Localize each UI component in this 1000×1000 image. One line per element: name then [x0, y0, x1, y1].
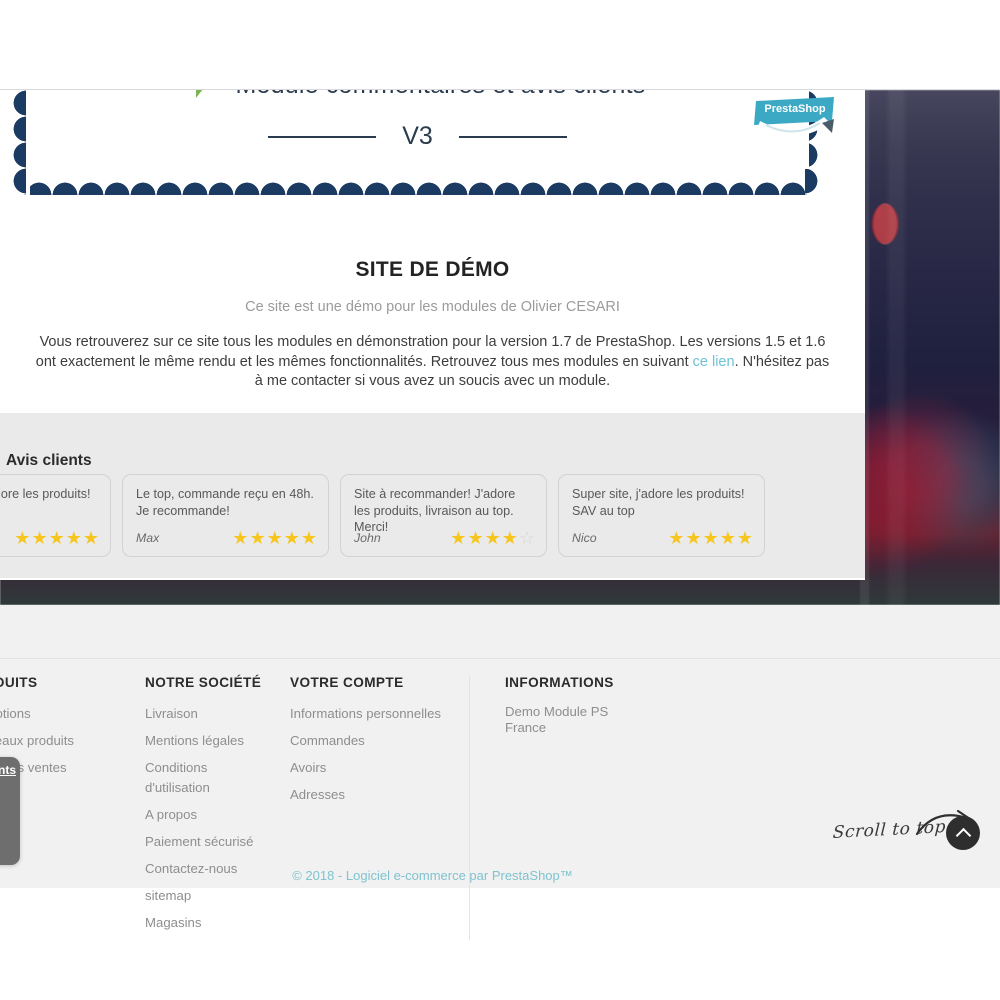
star-empty-icon: ☆: [518, 528, 535, 548]
module-title: Module commentaires et avis clients: [236, 90, 646, 100]
module-header-banner: Module commentaires et avis clients V3: [0, 90, 835, 195]
scroll-to-top-widget[interactable]: Scroll to top: [832, 806, 983, 858]
star-filled-icon: ★: [232, 528, 249, 548]
module-version-row: V3: [26, 122, 809, 151]
star-filled-icon: ★: [702, 528, 719, 548]
prestashop-badge-label: PrestaShop: [764, 103, 825, 115]
star-filled-icon: ★: [31, 528, 48, 548]
footer-link[interactable]: Informations personnelles: [290, 704, 451, 724]
review-footer: Max ★ ★ ★ ★ ★: [136, 529, 317, 547]
demo-intro-section: SITE DE DÉMO Ce site est une démo pour l…: [0, 210, 865, 413]
review-footer: Nico★★★★★: [572, 529, 753, 547]
footer-link[interactable]: Adresses: [290, 785, 451, 805]
review-card: Super site, j'adore les produits! SAV au…: [558, 474, 765, 557]
review-rating-stars: ★ ★ ★ ★ ★: [232, 529, 317, 547]
footer-link[interactable]: Mentions légales: [145, 731, 272, 751]
chevron-up-icon: [955, 827, 971, 843]
footer-column-notre-soci-t-: NOTRE SOCIÉTÉ Livraison Mentions légales Co…: [145, 675, 290, 940]
review-author: Max: [136, 531, 160, 545]
footer-link[interactable]: Magasins: [145, 913, 272, 933]
speech-bubble-quote-icon: [190, 90, 224, 100]
star-filled-icon: ★: [719, 528, 736, 548]
reviews-side-tab-label: Avis clients: [0, 763, 16, 777]
review-text: Super site, j'adore les produits! SAV au…: [572, 487, 745, 518]
banner-inner: Module commentaires et avis clients V3: [26, 90, 809, 169]
review-card: Site à recommander! J'adore les produits…: [340, 474, 547, 557]
prestashop-badge: PrestaShop: [752, 95, 838, 147]
review-footer: Nico★★★★★: [0, 529, 99, 547]
demo-paragraph: Vous retrouverez sur ce site tous les mo…: [33, 333, 833, 392]
star-filled-icon: ★: [82, 528, 99, 548]
demo-title: SITE DE DÉMO: [355, 258, 510, 281]
review-author: John: [354, 531, 381, 545]
star-filled-icon: ★: [283, 528, 300, 548]
demo-link[interactable]: ce lien: [693, 354, 735, 370]
footer-info-line: Demo Module PS: [505, 704, 609, 719]
footer-column-informations: INFORMATIONS Demo Module PS France: [470, 675, 730, 940]
star-filled-icon: ★: [685, 528, 702, 548]
star-filled-icon: ★: [467, 528, 484, 548]
footer-link[interactable]: Conditions d'utilisation: [145, 758, 272, 799]
footer-link[interactable]: Avoirs: [290, 758, 451, 778]
footer-copyright: © 2018 - Logiciel e-commerce par PrestaS…: [292, 868, 573, 883]
star-filled-icon: ★: [668, 528, 685, 548]
divider-line-right: [458, 135, 567, 138]
footer-link[interactable]: Promotions: [0, 704, 127, 724]
footer-link[interactable]: Nouveaux produits: [0, 731, 127, 751]
footer-column-votre-compte: VOTRE COMPTE Informations personnelles Com…: [290, 675, 470, 941]
footer-link[interactable]: A propos: [145, 805, 272, 825]
star-filled-icon: ★: [736, 528, 753, 548]
footer-column-title: NOTRE SOCIÉTÉ: [145, 675, 262, 690]
footer-info-line: France: [505, 719, 547, 735]
footer-link[interactable]: sitemap: [145, 886, 272, 906]
footer-column-title: VOTRE COMPTE: [290, 675, 404, 690]
footer-column-produits: PRODUITSPromotionsNouveaux produitsMeill…: [0, 675, 145, 940]
divider-line-left: [268, 135, 377, 138]
reviews-list: Super site, j'adore les produits! SAV au…: [0, 474, 884, 557]
footer-divider: [0, 658, 1000, 659]
star-filled-icon: ★: [249, 528, 266, 548]
star-filled-icon: ★: [266, 528, 283, 548]
star-filled-icon: ★: [300, 528, 317, 548]
module-version: V3: [402, 122, 433, 150]
footer-column-title: INFORMATIONS: [505, 675, 614, 690]
footer-link[interactable]: Commandes: [290, 731, 451, 751]
review-card: Le top, commande reçu en 48h. Je recomma…: [122, 474, 329, 557]
demo-subtitle: Ce site est une démo pour les modules de…: [245, 299, 620, 315]
review-text: Le top, commande reçu en 48h. Je recomma…: [136, 487, 314, 518]
review-text: Super site, j'adore les produits! SAV au…: [0, 487, 91, 501]
footer-link[interactable]: Paiement sécurisé: [145, 832, 272, 852]
review-footer: John ★ ★ ★ ★ ☆: [354, 529, 535, 547]
star-filled-icon: ★: [65, 528, 82, 548]
footer-link[interactable]: Livraison: [145, 704, 272, 724]
star-filled-icon: ★: [501, 528, 518, 548]
scroll-to-top-button[interactable]: [946, 816, 980, 850]
review-rating-stars: ★ ★ ★ ★ ★: [668, 529, 753, 547]
review-card: Super site, j'adore les produits! SAV au…: [0, 474, 111, 557]
module-title-row: Module commentaires et avis clients: [26, 90, 809, 100]
reviews-side-tab[interactable]: Avis clients: [0, 757, 20, 865]
star-filled-icon: ★: [14, 528, 31, 548]
wave-pattern-bottom: [0, 169, 835, 195]
star-filled-icon: ★: [484, 528, 501, 548]
review-rating-stars: ★ ★ ★ ★ ☆: [450, 529, 535, 547]
page-root: Module commentaires et avis clients V3 P…: [0, 0, 1000, 1000]
review-author: Nico: [572, 531, 597, 545]
reviews-heading: Avis clients: [6, 452, 92, 469]
footer-column-title: PRODUITS: [0, 675, 38, 690]
review-rating-stars: ★ ★ ★ ★ ★: [14, 529, 99, 547]
star-filled-icon: ★: [450, 528, 467, 548]
star-filled-icon: ★: [48, 528, 65, 548]
